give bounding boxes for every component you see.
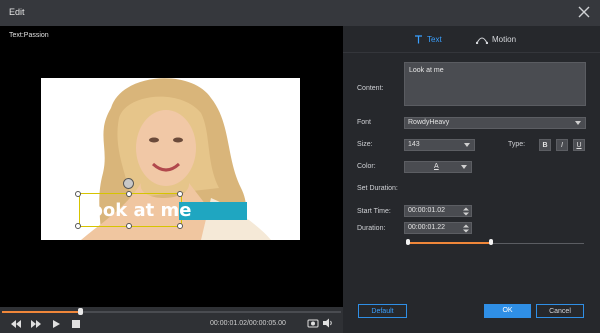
volume-icon[interactable] xyxy=(322,318,334,328)
tab-divider xyxy=(343,52,600,53)
fast-forward-icon[interactable] xyxy=(30,319,42,329)
resize-handle[interactable] xyxy=(126,223,132,229)
default-button[interactable]: Default xyxy=(358,304,407,318)
play-icon[interactable] xyxy=(50,319,62,329)
tab-motion[interactable]: Motion xyxy=(476,35,516,44)
size-select[interactable]: 143 xyxy=(404,139,475,151)
snapshot-icon[interactable] xyxy=(307,318,319,328)
ok-button[interactable]: OK xyxy=(484,304,531,318)
range-end-handle[interactable] xyxy=(489,239,493,245)
stop-icon[interactable] xyxy=(70,319,82,329)
resize-handle[interactable] xyxy=(177,191,183,197)
font-select[interactable]: RowdyHeavy xyxy=(404,117,586,129)
set-duration-label: Set Duration: xyxy=(357,185,398,192)
caption-text[interactable]: Look at me xyxy=(77,202,248,220)
chevron-down-icon xyxy=(575,121,581,125)
seek-progress xyxy=(2,311,80,313)
size-label: Size: xyxy=(357,141,373,148)
resize-handle[interactable] xyxy=(75,191,81,197)
resize-handle[interactable] xyxy=(126,191,132,197)
seek-thumb[interactable] xyxy=(78,308,83,315)
color-label: Color: xyxy=(357,163,376,170)
duration-label: Duration: xyxy=(357,225,386,232)
size-value: 143 xyxy=(408,141,420,148)
italic-button[interactable]: I xyxy=(556,139,568,151)
color-value: A xyxy=(434,163,439,170)
close-icon[interactable] xyxy=(576,4,592,20)
tab-text[interactable]: Text xyxy=(414,35,442,44)
chevron-down-icon xyxy=(464,143,470,147)
time-display: 00:00:01.02/00:00:05.00 xyxy=(210,320,286,327)
duration-input[interactable]: 00:00:01.22 xyxy=(404,222,472,234)
start-time-label: Start Time: xyxy=(357,208,391,215)
resize-handle[interactable] xyxy=(177,223,183,229)
range-start-handle[interactable] xyxy=(406,239,410,245)
rewind-icon[interactable] xyxy=(10,319,22,329)
font-label: Font xyxy=(357,119,372,126)
bold-button[interactable]: B xyxy=(539,139,551,151)
window-title: Edit xyxy=(9,7,25,17)
tab-text-label: Text xyxy=(427,35,442,44)
text-tag: Text:Passion xyxy=(9,32,49,39)
underline-button[interactable]: U xyxy=(573,139,585,151)
content-textarea[interactable]: Look at me xyxy=(404,62,586,106)
spin-arrows-icon[interactable] xyxy=(463,224,469,233)
color-select[interactable]: A xyxy=(404,161,472,173)
font-value: RowdyHeavy xyxy=(408,119,450,126)
duration-value: 00:00:01.22 xyxy=(408,224,445,231)
duration-range-fill xyxy=(408,242,491,244)
start-time-input[interactable]: 00:00:01.02 xyxy=(404,205,472,217)
motion-icon xyxy=(476,37,488,44)
start-time-value: 00:00:01.02 xyxy=(408,207,445,214)
cancel-button[interactable]: Cancel xyxy=(536,304,584,318)
title-bar xyxy=(0,0,600,26)
content-label: Content: xyxy=(357,85,384,92)
spin-arrows-icon[interactable] xyxy=(463,207,469,216)
tab-motion-label: Motion xyxy=(492,35,517,44)
type-label: Type: xyxy=(508,141,526,148)
rotate-handle[interactable] xyxy=(123,178,134,189)
chevron-down-icon xyxy=(461,165,467,169)
resize-handle[interactable] xyxy=(75,223,81,229)
text-icon xyxy=(415,35,422,44)
